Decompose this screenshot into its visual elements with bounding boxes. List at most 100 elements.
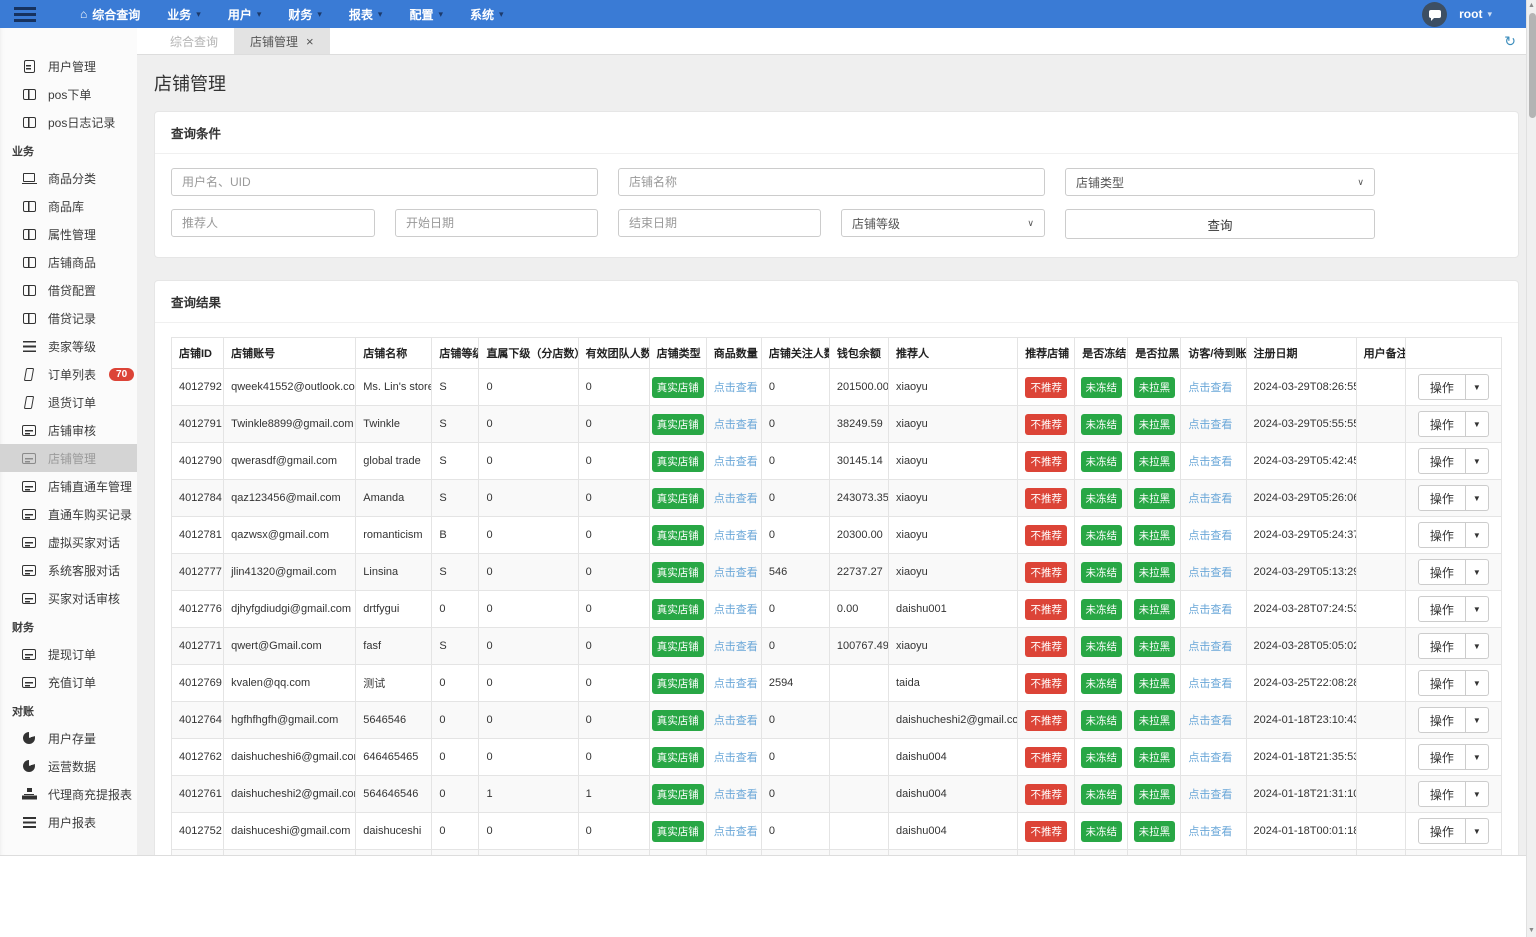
refresh-icon[interactable]: ↻ [1504, 28, 1516, 54]
sidebar-item-订单列表[interactable]: 订单列表 70 [0, 360, 137, 388]
action-dropdown-caret[interactable]: ▼ [1465, 485, 1489, 511]
action-button[interactable]: 操作 [1417, 522, 1466, 548]
goods-view-link[interactable]: 点击查看 [714, 789, 758, 801]
goods-view-link[interactable]: 点击查看 [714, 604, 758, 616]
sidebar-item-运营数据[interactable]: 运营数据 [0, 752, 137, 780]
shop-type-select[interactable]: 店铺类型 ∨ [1065, 168, 1375, 196]
sidebar-item-提现订单[interactable]: 提现订单 [0, 640, 137, 668]
visitors-view-link[interactable]: 点击查看 [1188, 530, 1232, 542]
visitors-view-link[interactable]: 点击查看 [1188, 604, 1232, 616]
action-dropdown-caret[interactable]: ▼ [1465, 559, 1489, 585]
nav-item-3[interactable]: 财务 ▾ [288, 6, 322, 23]
shop-name-input[interactable] [618, 168, 1045, 196]
end-date-input[interactable] [618, 209, 821, 237]
goods-view-link[interactable]: 点击查看 [714, 456, 758, 468]
action-dropdown-caret[interactable]: ▼ [1465, 596, 1489, 622]
sidebar-item-店铺商品[interactable]: 店铺商品 [0, 248, 137, 276]
sidebar-item-属性管理[interactable]: 属性管理 [0, 220, 137, 248]
action-button[interactable]: 操作 [1417, 559, 1466, 585]
sidebar-item-系统客服对话[interactable]: 系统客服对话 [0, 556, 137, 584]
scrollbar-thumb[interactable] [1528, 13, 1536, 118]
user-menu[interactable]: root ▾ [1459, 7, 1492, 21]
sidebar-item-店铺直通车管理[interactable]: 店铺直通车管理 [0, 472, 137, 500]
action-button[interactable]: 操作 [1417, 633, 1466, 659]
nav-item-5[interactable]: 配置 ▾ [409, 6, 443, 23]
action-button[interactable]: 操作 [1417, 707, 1466, 733]
sidebar-item-虚拟买家对话[interactable]: 虚拟买家对话 [0, 528, 137, 556]
sidebar-item-pos下单[interactable]: pos下单 [0, 80, 137, 108]
tab-summary-query[interactable]: 综合查询 [154, 28, 234, 54]
start-date-input[interactable] [395, 209, 598, 237]
nav-item-2[interactable]: 用户 ▾ [228, 6, 262, 23]
action-button[interactable]: 操作 [1417, 670, 1466, 696]
goods-view-link[interactable]: 点击查看 [714, 567, 758, 579]
action-dropdown-caret[interactable]: ▼ [1465, 744, 1489, 770]
visitors-view-link[interactable]: 点击查看 [1188, 752, 1232, 764]
action-dropdown-caret[interactable]: ▼ [1465, 818, 1489, 844]
action-button[interactable]: 操作 [1417, 818, 1466, 844]
action-button[interactable]: 操作 [1417, 448, 1466, 474]
username-uid-input[interactable] [171, 168, 598, 196]
action-button[interactable]: 操作 [1417, 374, 1466, 400]
goods-view-link[interactable]: 点击查看 [714, 641, 758, 653]
chat-button[interactable] [1422, 1, 1448, 27]
sidebar-item-充值订单[interactable]: 充值订单 [0, 668, 137, 696]
visitors-view-link[interactable]: 点击查看 [1188, 567, 1232, 579]
goods-view-link[interactable]: 点击查看 [714, 530, 758, 542]
visitors-view-link[interactable]: 点击查看 [1188, 493, 1232, 505]
action-button[interactable]: 操作 [1417, 411, 1466, 437]
sidebar-item-退货订单[interactable]: 退货订单 [0, 388, 137, 416]
action-button[interactable]: 操作 [1417, 744, 1466, 770]
action-dropdown-caret[interactable]: ▼ [1465, 670, 1489, 696]
scroll-down-icon[interactable]: ▼ [1527, 925, 1536, 937]
sidebar-item-借贷记录[interactable]: 借贷记录 [0, 304, 137, 332]
shop-level-select[interactable]: 店铺等级 ∨ [841, 209, 1045, 237]
visitors-view-link[interactable]: 点击查看 [1188, 789, 1232, 801]
visitors-view-link[interactable]: 点击查看 [1188, 641, 1232, 653]
visitors-view-link[interactable]: 点击查看 [1188, 678, 1232, 690]
visitors-view-link[interactable]: 点击查看 [1188, 826, 1232, 838]
nav-item-6[interactable]: 系统 ▾ [470, 6, 504, 23]
goods-view-link[interactable]: 点击查看 [714, 826, 758, 838]
scroll-up-icon[interactable]: ▲ [1527, 0, 1536, 12]
action-button[interactable]: 操作 [1417, 781, 1466, 807]
action-button[interactable]: 操作 [1417, 485, 1466, 511]
action-dropdown-caret[interactable]: ▼ [1465, 707, 1489, 733]
goods-view-link[interactable]: 点击查看 [714, 493, 758, 505]
nav-item-4[interactable]: 报表 ▾ [349, 6, 383, 23]
goods-view-link[interactable]: 点击查看 [714, 419, 758, 431]
sidebar-item-买家对话审核[interactable]: 买家对话审核 [0, 584, 137, 612]
action-dropdown-caret[interactable]: ▼ [1465, 633, 1489, 659]
sidebar-item-代理商充提报表[interactable]: 代理商充提报表 [0, 780, 137, 808]
action-dropdown-caret[interactable]: ▼ [1465, 781, 1489, 807]
sidebar-item-商品库[interactable]: 商品库 [0, 192, 137, 220]
sidebar-toggle-button[interactable] [14, 6, 44, 22]
visitors-view-link[interactable]: 点击查看 [1188, 456, 1232, 468]
action-dropdown-caret[interactable]: ▼ [1465, 448, 1489, 474]
sidebar-item-用户报表[interactable]: 用户报表 [0, 808, 137, 836]
goods-view-link[interactable]: 点击查看 [714, 678, 758, 690]
goods-view-link[interactable]: 点击查看 [714, 382, 758, 394]
sidebar-item-pos日志记录[interactable]: pos日志记录 [0, 108, 137, 136]
visitors-view-link[interactable]: 点击查看 [1188, 382, 1232, 394]
action-dropdown-caret[interactable]: ▼ [1465, 374, 1489, 400]
tab-shop-management[interactable]: 店铺管理 × [234, 28, 330, 54]
action-dropdown-caret[interactable]: ▼ [1465, 522, 1489, 548]
nav-item-0[interactable]: ⌂ 综合查询 [80, 6, 140, 23]
goods-view-link[interactable]: 点击查看 [714, 715, 758, 727]
action-button[interactable]: 操作 [1417, 596, 1466, 622]
goods-view-link[interactable]: 点击查看 [714, 752, 758, 764]
visitors-view-link[interactable]: 点击查看 [1188, 715, 1232, 727]
sidebar-item-商品分类[interactable]: 商品分类 [0, 164, 137, 192]
sidebar-item-借贷配置[interactable]: 借贷配置 [0, 276, 137, 304]
action-dropdown-caret[interactable]: ▼ [1465, 411, 1489, 437]
sidebar-item-店铺审核[interactable]: 店铺审核 [0, 416, 137, 444]
sidebar-item-用户存量[interactable]: 用户存量 [0, 724, 137, 752]
search-button[interactable]: 查询 [1065, 209, 1375, 239]
sidebar-item-店铺管理[interactable]: 店铺管理 [0, 444, 137, 472]
visitors-view-link[interactable]: 点击查看 [1188, 419, 1232, 431]
sidebar-item-用户管理[interactable]: 用户管理 [0, 52, 137, 80]
nav-item-1[interactable]: 业务 ▾ [167, 6, 201, 23]
close-icon[interactable]: × [306, 35, 314, 48]
sidebar-item-直通车购买记录[interactable]: 直通车购买记录 [0, 500, 137, 528]
